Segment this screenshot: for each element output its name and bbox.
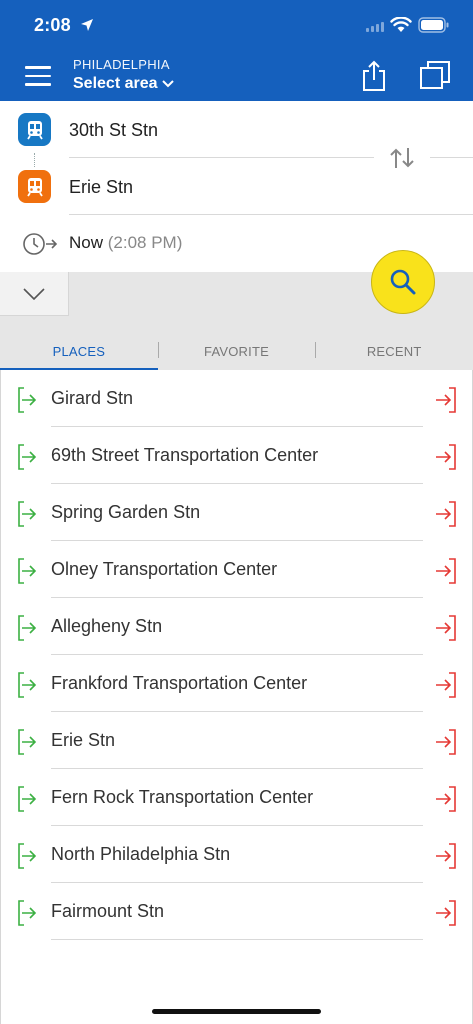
battery-icon — [418, 17, 449, 33]
cellular-signal-icon — [366, 22, 384, 32]
list-item[interactable]: Fern Rock Transportation Center — [1, 769, 472, 826]
search-icon — [390, 269, 416, 295]
place-name: Allegheny Stn — [51, 616, 163, 636]
list-item[interactable]: Fairmount Stn — [1, 883, 472, 940]
list-item[interactable]: Allegheny Stn — [1, 598, 472, 655]
route-connector — [34, 153, 35, 167]
options-bar: PLACES FAVORITE RECENT — [0, 250, 473, 370]
enter-icon[interactable] — [17, 843, 37, 869]
tab-recent[interactable]: RECENT — [315, 332, 473, 370]
select-area-dropdown[interactable]: Select area — [73, 75, 174, 93]
city-label: PHILADELPHIA — [73, 57, 170, 72]
place-name: Girard Stn — [51, 388, 134, 408]
list-item[interactable]: Frankford Transportation Center — [1, 655, 472, 712]
place-name: Frankford Transportation Center — [51, 673, 308, 693]
exit-icon[interactable] — [435, 501, 457, 527]
place-name: Fairmount Stn — [51, 901, 165, 921]
enter-icon[interactable] — [17, 558, 37, 584]
clock-icon — [23, 233, 58, 255]
chevron-down-icon — [161, 80, 174, 88]
places-list: Girard Stn 69th Street Transportation Cen… — [0, 370, 473, 1024]
hamburger-icon — [25, 66, 51, 69]
exit-icon[interactable] — [435, 672, 457, 698]
exit-icon[interactable] — [435, 387, 457, 413]
status-time: 2:08 — [34, 15, 71, 35]
chevron-down-icon — [23, 287, 45, 300]
enter-icon[interactable] — [17, 444, 37, 470]
divider — [430, 157, 473, 158]
place-name: Erie Stn — [51, 730, 116, 750]
enter-icon[interactable] — [17, 729, 37, 755]
swap-icon[interactable] — [388, 146, 416, 170]
divider — [69, 157, 374, 158]
share-icon[interactable] — [362, 60, 386, 92]
select-area-label: Select area — [73, 75, 158, 92]
app-header: 2:08 PHILADELPHIA Select area — [0, 0, 473, 101]
list-item[interactable]: Girard Stn — [1, 370, 472, 427]
enter-icon[interactable] — [17, 672, 37, 698]
list-item[interactable]: North Philadelphia Stn — [1, 826, 472, 883]
route-card: 30th St Stn Erie Stn Now (2:08 PM) — [0, 101, 473, 272]
location-arrow-icon — [81, 19, 93, 31]
destination-field[interactable]: Erie Stn — [69, 177, 133, 198]
status-bar: 2:08 — [0, 0, 473, 50]
tab-divider — [158, 342, 159, 358]
place-name: Fern Rock Transportation Center — [51, 787, 314, 807]
exit-icon[interactable] — [435, 786, 457, 812]
exit-icon[interactable] — [435, 615, 457, 641]
list-item[interactable]: 69th Street Transportation Center — [1, 427, 472, 484]
wifi-icon — [390, 17, 412, 32]
place-name: 69th Street Transportation Center — [51, 445, 319, 465]
menu-button[interactable] — [25, 66, 53, 88]
home-indicator — [152, 1009, 321, 1014]
place-name: Olney Transportation Center — [51, 559, 278, 579]
tab-places[interactable]: PLACES — [0, 332, 158, 370]
time-clock-label: (2:08 PM) — [107, 233, 183, 252]
place-name: North Philadelphia Stn — [51, 844, 231, 864]
enter-icon[interactable] — [17, 786, 37, 812]
enter-icon[interactable] — [17, 615, 37, 641]
tab-bar: PLACES FAVORITE RECENT — [0, 332, 473, 370]
exit-icon[interactable] — [435, 843, 457, 869]
exit-icon[interactable] — [435, 444, 457, 470]
list-item[interactable]: Olney Transportation Center — [1, 541, 472, 598]
list-item[interactable]: Spring Garden Stn — [1, 484, 472, 541]
exit-icon[interactable] — [435, 729, 457, 755]
enter-icon[interactable] — [17, 900, 37, 926]
departure-time-field[interactable]: Now (2:08 PM) — [69, 233, 182, 253]
place-name: Spring Garden Stn — [51, 502, 201, 522]
expand-options-button[interactable] — [0, 272, 69, 316]
divider — [51, 939, 423, 940]
destination-train-icon — [18, 170, 51, 203]
copy-icon[interactable] — [420, 61, 450, 89]
tab-favorite[interactable]: FAVORITE — [158, 332, 316, 370]
divider — [69, 214, 473, 215]
list-item[interactable]: Erie Stn — [1, 712, 472, 769]
origin-train-icon — [18, 113, 51, 146]
search-button[interactable] — [371, 250, 435, 314]
enter-icon[interactable] — [17, 387, 37, 413]
exit-icon[interactable] — [435, 900, 457, 926]
enter-icon[interactable] — [17, 501, 37, 527]
origin-field[interactable]: 30th St Stn — [69, 120, 158, 141]
time-now-label: Now — [69, 233, 104, 252]
exit-icon[interactable] — [435, 558, 457, 584]
tab-divider — [315, 342, 316, 358]
